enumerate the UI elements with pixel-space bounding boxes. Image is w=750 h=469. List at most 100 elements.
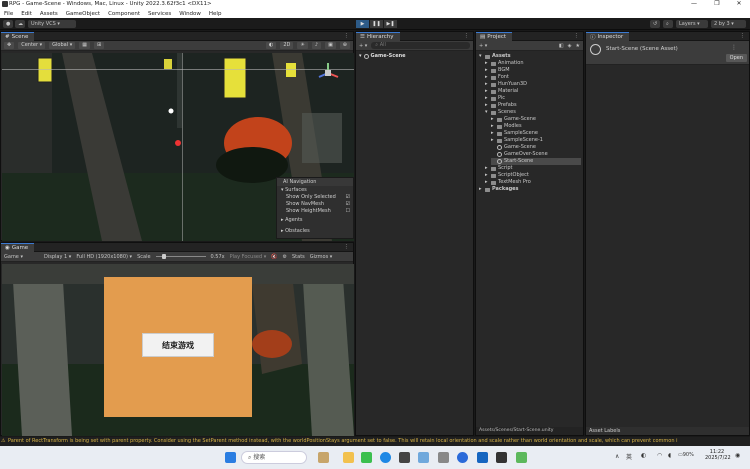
- game-panel-menu-icon[interactable]: ⋮: [344, 244, 350, 250]
- play-button[interactable]: ▶: [356, 20, 369, 28]
- menu-gameobject[interactable]: GameObject: [66, 11, 100, 17]
- inspector-settings-icon[interactable]: ⋮: [731, 44, 737, 51]
- fold-arrow-icon[interactable]: ▸: [485, 102, 489, 109]
- layout-dropdown[interactable]: 2 by 3 ▾: [711, 20, 746, 28]
- project-item[interactable]: ▸ Packages: [479, 186, 519, 193]
- tab-scene[interactable]: # Scene: [1, 31, 35, 41]
- volume-icon[interactable]: ◖: [668, 452, 671, 459]
- agents-header[interactable]: ▸ Agents: [277, 215, 353, 226]
- gizmos-dropdown[interactable]: Gizmos ▾: [310, 254, 333, 260]
- show-heightmesh-checkbox[interactable]: ☐: [346, 208, 350, 215]
- layers-dropdown[interactable]: Layers ▾: [676, 20, 708, 28]
- project-item[interactable]: GameOver-Scene: [491, 151, 548, 158]
- obstacles-header[interactable]: ▸ Obstacles: [277, 226, 353, 237]
- fold-arrow-icon[interactable]: ▾: [485, 109, 489, 116]
- project-item[interactable]: ▸ Font: [485, 74, 509, 81]
- hand-tool-icon[interactable]: ✥: [4, 42, 15, 49]
- project-item[interactable]: ▸ Game-Scene: [491, 116, 536, 123]
- stats-button[interactable]: Stats: [292, 254, 305, 260]
- label-icon[interactable]: ◈: [568, 43, 572, 49]
- start-icon[interactable]: [225, 452, 236, 463]
- pause-button[interactable]: ❚❚: [370, 20, 383, 28]
- tab-inspector[interactable]: ⓘ Inspector: [586, 31, 630, 41]
- fold-arrow-icon[interactable]: ▸: [485, 67, 489, 74]
- camera-icon[interactable]: ▣: [325, 42, 336, 49]
- project-item[interactable]: Start-Scene: [491, 158, 581, 165]
- app-icon[interactable]: [418, 452, 429, 463]
- clock[interactable]: 11:22 2025/7/22: [705, 449, 731, 461]
- battery-indicator[interactable]: ▭90%: [678, 452, 694, 458]
- scale-slider-thumb[interactable]: [161, 254, 166, 259]
- filter-icon[interactable]: ◧: [559, 43, 564, 49]
- menu-help[interactable]: Help: [209, 11, 222, 17]
- game-viewport[interactable]: 结束游戏: [2, 264, 354, 436]
- panel-menu-icon[interactable]: ⋮: [344, 33, 350, 39]
- search-icon[interactable]: ⌕: [663, 20, 673, 28]
- inspector-menu-icon[interactable]: ⋮: [740, 33, 746, 39]
- center-dropdown[interactable]: Center ▾: [18, 42, 46, 49]
- surfaces-header[interactable]: ▾ Surfaces: [277, 186, 353, 194]
- scene-viewport[interactable]: AI Navigation ▾ Surfaces Show Only Selec…: [2, 53, 354, 241]
- explorer-icon[interactable]: [343, 452, 354, 463]
- history-icon[interactable]: ↺: [650, 20, 660, 28]
- project-item[interactable]: ▸ ScriptObject: [485, 172, 529, 179]
- tab-project[interactable]: ▤ Project: [476, 31, 513, 41]
- project-item[interactable]: ▸ SampleScene-1: [491, 137, 543, 144]
- gizmo-icon[interactable]: ⊕: [339, 42, 350, 49]
- fold-arrow-icon[interactable]: ▸: [485, 60, 489, 67]
- menu-window[interactable]: Window: [179, 11, 201, 17]
- cloud-icon[interactable]: ☁: [15, 20, 25, 28]
- settings-icon[interactable]: ⚙: [283, 254, 287, 260]
- taskbar-search[interactable]: ⌕ 搜索: [241, 451, 307, 464]
- ime-mode-icon[interactable]: ◐: [641, 452, 646, 459]
- mute-icon[interactable]: 🔇: [271, 254, 277, 260]
- end-game-button[interactable]: 结束游戏: [142, 333, 214, 357]
- console-status-bar[interactable]: ⚠ Parent of RectTransform is being set w…: [0, 437, 750, 446]
- fold-arrow-icon[interactable]: ▸: [491, 123, 495, 130]
- audio-icon[interactable]: ♪: [311, 42, 322, 49]
- hierarchy-menu-icon[interactable]: ⋮: [464, 33, 470, 39]
- light-icon[interactable]: ☀: [297, 42, 308, 49]
- orientation-gizmo[interactable]: [316, 61, 340, 85]
- fold-arrow-icon[interactable]: ▸: [485, 88, 489, 95]
- notification-icon[interactable]: ◉: [735, 452, 740, 459]
- project-item[interactable]: ▸ HunYuan3D: [485, 81, 527, 88]
- menu-file[interactable]: File: [4, 11, 13, 17]
- project-item[interactable]: ▸ TextMesh Pro: [485, 179, 531, 186]
- settings-app-icon[interactable]: [438, 452, 449, 463]
- fold-arrow-icon[interactable]: ▸: [479, 186, 483, 193]
- menu-assets[interactable]: Assets: [40, 11, 58, 17]
- project-item[interactable]: ▸ Animation: [485, 60, 524, 67]
- 2d-toggle[interactable]: 2D: [280, 42, 294, 49]
- project-item[interactable]: ▸ SampleScene: [491, 130, 538, 137]
- fold-arrow-icon[interactable]: ▸: [485, 179, 489, 186]
- wechat-icon[interactable]: [361, 452, 372, 463]
- display-dropdown[interactable]: Display 1 ▾: [44, 254, 71, 260]
- shading-icon[interactable]: ◐: [265, 42, 277, 49]
- fold-arrow-icon[interactable]: ▸: [485, 95, 489, 102]
- fold-arrow-icon[interactable]: ▸: [485, 172, 489, 179]
- menu-component[interactable]: Component: [108, 11, 140, 17]
- project-menu-icon[interactable]: ⋮: [574, 33, 580, 39]
- fold-arrow-icon[interactable]: ▾: [479, 53, 483, 60]
- project-item[interactable]: ▸ Material: [485, 88, 518, 95]
- show-heightmesh-row[interactable]: Show HeightMesh ☐: [277, 208, 353, 215]
- app2-icon[interactable]: [516, 452, 527, 463]
- project-item[interactable]: Game-Scene: [491, 144, 536, 151]
- project-item[interactable]: ▸ Prefabs: [485, 102, 517, 109]
- edge-icon[interactable]: [380, 452, 391, 463]
- vcs-button[interactable]: Unity VCS ▾: [28, 20, 76, 28]
- account-icon[interactable]: ●: [3, 20, 13, 28]
- show-only-selected-checkbox[interactable]: ☑: [346, 194, 350, 201]
- tray-chevron-icon[interactable]: ∧: [615, 453, 619, 460]
- play-focused-dropdown[interactable]: Play Focused ▾: [230, 254, 267, 260]
- fold-arrow-icon[interactable]: ▸: [485, 74, 489, 81]
- fold-arrow-icon[interactable]: ▸: [491, 137, 495, 144]
- unity-hub-icon[interactable]: [399, 452, 410, 463]
- fold-arrow-icon[interactable]: ▸: [491, 130, 495, 137]
- project-item[interactable]: ▸ Modles: [491, 123, 522, 130]
- hierarchy-search-input[interactable]: ⌕ All: [371, 42, 470, 49]
- project-item[interactable]: ▸ Pic: [485, 95, 505, 102]
- show-navmesh-checkbox[interactable]: ☑: [346, 201, 350, 208]
- project-item[interactable]: ▸ Script: [485, 165, 513, 172]
